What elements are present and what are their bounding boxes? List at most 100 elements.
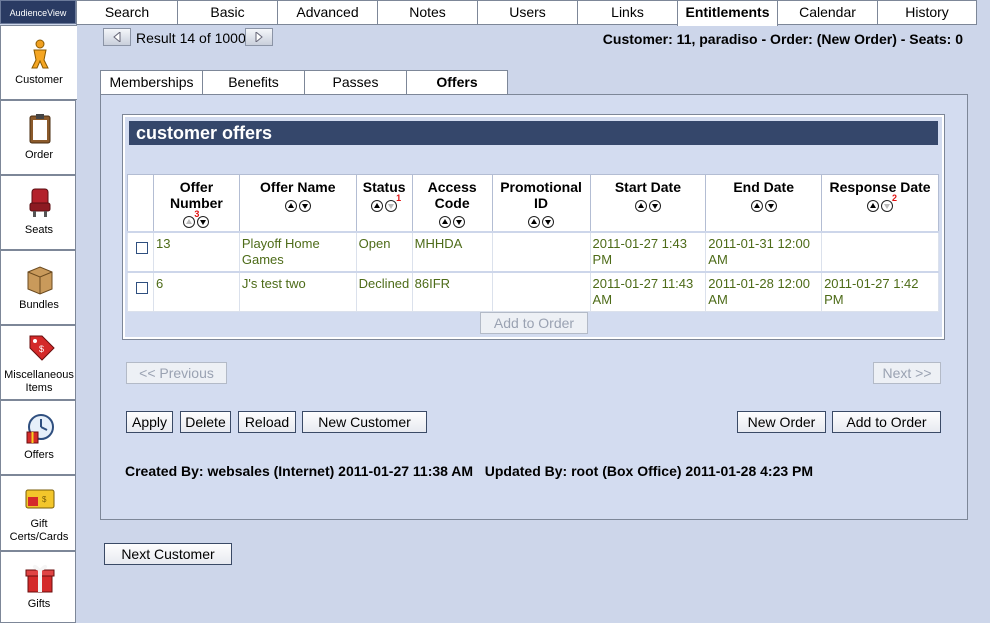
response-date-cell [821, 231, 939, 273]
sidebar-item-bundles[interactable]: Bundles [0, 250, 76, 325]
tab-users[interactable]: Users [477, 0, 578, 25]
sort-ascending-icon[interactable] [371, 200, 384, 213]
table-row: 13 Playoff Home Games Open MHHDA 2011-01… [127, 231, 939, 273]
end-date-cell: 2011-01-28 12:00 AM [705, 271, 823, 312]
app-logo: AudienceView [0, 0, 76, 24]
access-code-cell: 86IFR [411, 271, 493, 312]
select-column-header [127, 174, 154, 233]
sidebar-item-seats[interactable]: Seats [0, 175, 76, 250]
tab-passes[interactable]: Passes [304, 70, 407, 95]
sort-descending-icon[interactable] [648, 200, 661, 213]
seat-icon [29, 188, 51, 217]
tab-benefits[interactable]: Benefits [202, 70, 305, 95]
status-cell: Declined [355, 271, 413, 312]
table-row: 6 J's test two Declined 86IFR 2011-01-27… [127, 271, 939, 312]
sort-ascending-icon[interactable] [284, 200, 297, 213]
tab-search[interactable]: Search [76, 0, 178, 25]
delete-button[interactable]: Delete [180, 411, 231, 433]
tab-offers[interactable]: Offers [406, 70, 508, 96]
previous-page-button[interactable]: << Previous [126, 362, 227, 384]
sidebar-item-label: Gift Certs/Cards [9, 518, 69, 543]
sidebar: Customer Order Seats Bundles $ Miscellan… [0, 25, 77, 623]
row-checkbox[interactable] [136, 282, 148, 294]
offer-name-cell: Playoff Home Games [238, 231, 357, 273]
tab-entitlements[interactable]: Entitlements [677, 0, 778, 26]
tab-memberships[interactable]: Memberships [100, 70, 203, 95]
sidebar-item-gifts[interactable]: Gifts [0, 551, 76, 623]
sort-ascending-icon[interactable] [750, 200, 763, 213]
column-header-offer-number: Offer Number 3 [152, 174, 240, 233]
order-clipboard-icon [29, 114, 51, 144]
row-select-cell [127, 231, 154, 273]
result-counter: Result 14 of 1000 [136, 30, 246, 46]
new-order-button[interactable]: New Order [737, 411, 826, 433]
offer-name-cell: J's test two [238, 271, 357, 312]
tab-basic[interactable]: Basic [177, 0, 278, 25]
arrow-left-icon [113, 32, 121, 42]
next-customer-button[interactable]: Next Customer [104, 543, 232, 565]
sidebar-item-label: Bundles [19, 299, 59, 311]
end-date-cell: 2011-01-31 12:00 AM [705, 231, 823, 273]
new-customer-button[interactable]: New Customer [302, 411, 427, 433]
column-header-access-code: Access Code [411, 174, 493, 233]
start-date-cell: 2011-01-27 1:43 PM [589, 231, 707, 273]
table-add-to-order-button[interactable]: Add to Order [480, 312, 588, 334]
sidebar-item-label: Seats [24, 224, 54, 236]
promotional-id-cell [491, 271, 591, 312]
next-page-button[interactable]: Next >> [873, 362, 941, 384]
offer-number-cell: 13 [152, 231, 240, 273]
sidebar-item-order[interactable]: Order [0, 100, 76, 175]
table-header-row: Offer Number 3 Offer Name Status 1 Acces… [127, 174, 939, 233]
arrow-right-icon [255, 32, 263, 42]
row-select-cell [127, 271, 154, 312]
sort-descending-icon[interactable] [197, 216, 210, 229]
sidebar-item-label: Customer [15, 74, 63, 86]
reload-button[interactable]: Reload [238, 411, 296, 433]
sidebar-item-label: Offers [24, 449, 54, 461]
access-code-cell: MHHDA [411, 231, 493, 273]
clock-gift-icon [26, 414, 54, 444]
sort-ascending-icon[interactable] [439, 216, 452, 229]
sidebar-item-customer[interactable]: Customer [0, 25, 77, 100]
price-tag-icon: $ [29, 335, 55, 361]
column-header-end-date: End Date [705, 174, 823, 233]
sort-descending-icon[interactable] [764, 200, 777, 213]
column-header-start-date: Start Date [589, 174, 707, 233]
status-cell: Open [355, 231, 413, 273]
audit-info: Created By: websales (Internet) 2011-01-… [125, 463, 814, 479]
sidebar-item-label: Order [24, 149, 54, 161]
tab-history[interactable]: History [877, 0, 977, 25]
sort-ascending-icon[interactable] [634, 200, 647, 213]
sort-descending-icon[interactable] [453, 216, 466, 229]
sort-descending-icon[interactable] [542, 216, 555, 229]
section-title: customer offers [129, 121, 938, 145]
sort-order-marker: 1 [396, 193, 402, 203]
next-result-button[interactable] [245, 28, 273, 46]
svg-text:$: $ [39, 344, 44, 354]
sort-ascending-icon[interactable] [528, 216, 541, 229]
add-to-order-button[interactable]: Add to Order [832, 411, 941, 433]
offers-table: Offer Number 3 Offer Name Status 1 Acces… [127, 174, 939, 312]
previous-result-button[interactable] [103, 28, 131, 46]
sidebar-item-label: Gifts [27, 598, 51, 610]
gift-card-icon: $ [25, 489, 55, 509]
tab-advanced[interactable]: Advanced [277, 0, 378, 25]
column-header-response-date: Response Date 2 [821, 174, 939, 233]
row-checkbox[interactable] [136, 242, 148, 254]
tab-calendar[interactable]: Calendar [777, 0, 878, 25]
column-header-status: Status 1 [355, 174, 413, 233]
sidebar-item-gift-certs-cards[interactable]: $ Gift Certs/Cards [0, 475, 76, 551]
tab-links[interactable]: Links [577, 0, 678, 25]
sort-ascending-icon[interactable] [867, 200, 880, 213]
tab-notes[interactable]: Notes [377, 0, 478, 25]
sort-descending-icon[interactable] [298, 200, 311, 213]
bundle-box-icon [27, 266, 53, 295]
column-header-offer-name: Offer Name [238, 174, 357, 233]
customer-order-summary: Customer: 11, paradiso - Order: (New Ord… [602, 31, 963, 47]
sidebar-item-offers[interactable]: Offers [0, 400, 76, 475]
sidebar-item-miscellaneous-items[interactable]: $ Miscellaneous Items [0, 325, 76, 400]
gift-icon [25, 564, 55, 593]
response-date-cell: 2011-01-27 1:42 PM [821, 271, 939, 312]
sidebar-item-label: Miscellaneous Items [4, 369, 74, 394]
apply-button[interactable]: Apply [126, 411, 173, 433]
